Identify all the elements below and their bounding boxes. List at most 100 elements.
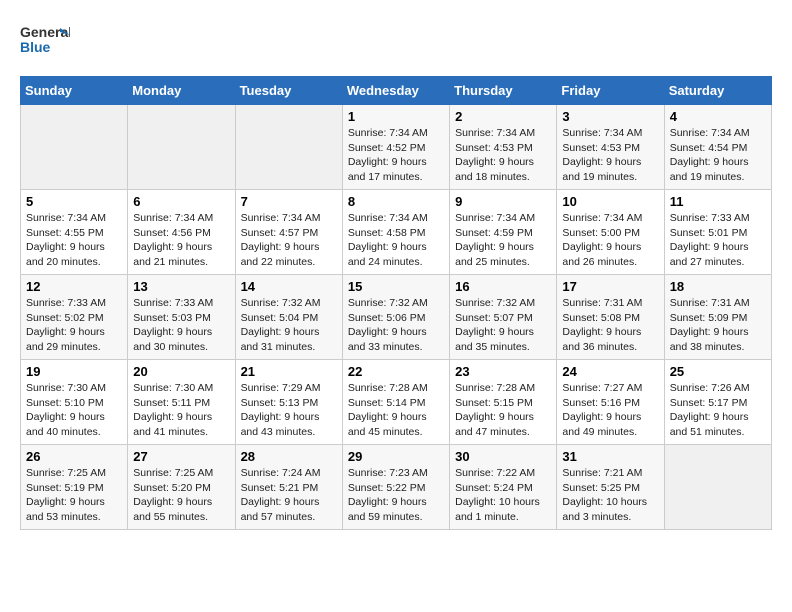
day-info: Sunrise: 7:31 AM Sunset: 5:08 PM Dayligh…	[562, 296, 658, 355]
calendar-cell: 29 Sunrise: 7:23 AM Sunset: 5:22 PM Dayli…	[342, 445, 449, 530]
day-number: 25	[670, 364, 766, 379]
day-info: Sunrise: 7:28 AM Sunset: 5:15 PM Dayligh…	[455, 381, 551, 440]
calendar-cell: 23 Sunrise: 7:28 AM Sunset: 5:15 PM Dayli…	[450, 360, 557, 445]
weekday-header-sunday: Sunday	[21, 77, 128, 105]
calendar-cell	[128, 105, 235, 190]
calendar-cell: 17 Sunrise: 7:31 AM Sunset: 5:08 PM Dayli…	[557, 275, 664, 360]
day-info: Sunrise: 7:33 AM Sunset: 5:01 PM Dayligh…	[670, 211, 766, 270]
calendar-cell: 5Sunrise: 7:34 AM Sunset: 4:55 PM Daylig…	[21, 190, 128, 275]
day-info: Sunrise: 7:34 AM Sunset: 5:00 PM Dayligh…	[562, 211, 658, 270]
calendar-cell: 2 Sunrise: 7:34 AM Sunset: 4:53 PM Daylig…	[450, 105, 557, 190]
day-info: Sunrise: 7:34 AM Sunset: 4:53 PM Dayligh…	[455, 126, 551, 185]
calendar-cell: 4Sunrise: 7:34 AM Sunset: 4:54 PM Daylig…	[664, 105, 771, 190]
day-info: Sunrise: 7:26 AM Sunset: 5:17 PM Dayligh…	[670, 381, 766, 440]
calendar-cell: 9 Sunrise: 7:34 AM Sunset: 4:59 PM Daylig…	[450, 190, 557, 275]
calendar-cell: 13 Sunrise: 7:33 AM Sunset: 5:03 PM Dayli…	[128, 275, 235, 360]
weekday-header-friday: Friday	[557, 77, 664, 105]
day-info: Sunrise: 7:30 AM Sunset: 5:10 PM Dayligh…	[26, 381, 122, 440]
day-number: 28	[241, 449, 337, 464]
day-info: Sunrise: 7:24 AM Sunset: 5:21 PM Dayligh…	[241, 466, 337, 525]
day-number: 24	[562, 364, 658, 379]
calendar-cell: 7Sunrise: 7:34 AM Sunset: 4:57 PM Daylig…	[235, 190, 342, 275]
day-number: 29	[348, 449, 444, 464]
day-info: Sunrise: 7:25 AM Sunset: 5:20 PM Dayligh…	[133, 466, 229, 525]
day-info: Sunrise: 7:22 AM Sunset: 5:24 PM Dayligh…	[455, 466, 551, 525]
day-number: 10	[562, 194, 658, 209]
day-number: 12	[26, 279, 122, 294]
logo-svg: GeneralBlue	[20, 20, 70, 60]
day-number: 22	[348, 364, 444, 379]
day-info: Sunrise: 7:32 AM Sunset: 5:06 PM Dayligh…	[348, 296, 444, 355]
svg-text:Blue: Blue	[20, 39, 51, 55]
calendar-cell: 12 Sunrise: 7:33 AM Sunset: 5:02 PM Dayli…	[21, 275, 128, 360]
day-info: Sunrise: 7:33 AM Sunset: 5:02 PM Dayligh…	[26, 296, 122, 355]
day-number: 31	[562, 449, 658, 464]
calendar-cell: 27 Sunrise: 7:25 AM Sunset: 5:20 PM Dayli…	[128, 445, 235, 530]
calendar-cell: 14 Sunrise: 7:32 AM Sunset: 5:04 PM Dayli…	[235, 275, 342, 360]
day-number: 27	[133, 449, 229, 464]
calendar-cell: 18 Sunrise: 7:31 AM Sunset: 5:09 PM Dayli…	[664, 275, 771, 360]
page-header: GeneralBlue	[20, 20, 772, 60]
calendar-cell	[664, 445, 771, 530]
week-row-1: 1Sunrise: 7:34 AM Sunset: 4:52 PM Daylig…	[21, 105, 772, 190]
calendar-cell: 19 Sunrise: 7:30 AM Sunset: 5:10 PM Dayli…	[21, 360, 128, 445]
calendar-cell: 16Sunrise: 7:32 AM Sunset: 5:07 PM Dayli…	[450, 275, 557, 360]
calendar-cell	[21, 105, 128, 190]
logo: GeneralBlue	[20, 20, 70, 60]
calendar-cell: 22 Sunrise: 7:28 AM Sunset: 5:14 PM Dayli…	[342, 360, 449, 445]
weekday-header-wednesday: Wednesday	[342, 77, 449, 105]
day-number: 9	[455, 194, 551, 209]
day-number: 21	[241, 364, 337, 379]
day-info: Sunrise: 7:34 AM Sunset: 4:55 PM Dayligh…	[26, 211, 122, 270]
day-number: 1	[348, 109, 444, 124]
day-number: 11	[670, 194, 766, 209]
day-number: 17	[562, 279, 658, 294]
day-number: 13	[133, 279, 229, 294]
day-info: Sunrise: 7:34 AM Sunset: 4:56 PM Dayligh…	[133, 211, 229, 270]
day-info: Sunrise: 7:21 AM Sunset: 5:25 PM Dayligh…	[562, 466, 658, 525]
calendar-cell	[235, 105, 342, 190]
day-info: Sunrise: 7:25 AM Sunset: 5:19 PM Dayligh…	[26, 466, 122, 525]
day-info: Sunrise: 7:23 AM Sunset: 5:22 PM Dayligh…	[348, 466, 444, 525]
calendar-cell: 21Sunrise: 7:29 AM Sunset: 5:13 PM Dayli…	[235, 360, 342, 445]
day-number: 4	[670, 109, 766, 124]
day-number: 16	[455, 279, 551, 294]
weekday-header-thursday: Thursday	[450, 77, 557, 105]
day-number: 6	[133, 194, 229, 209]
calendar-cell: 8Sunrise: 7:34 AM Sunset: 4:58 PM Daylig…	[342, 190, 449, 275]
day-info: Sunrise: 7:33 AM Sunset: 5:03 PM Dayligh…	[133, 296, 229, 355]
calendar-table: SundayMondayTuesdayWednesdayThursdayFrid…	[20, 76, 772, 530]
calendar-cell: 28 Sunrise: 7:24 AM Sunset: 5:21 PM Dayli…	[235, 445, 342, 530]
day-info: Sunrise: 7:32 AM Sunset: 5:04 PM Dayligh…	[241, 296, 337, 355]
calendar-cell: 25 Sunrise: 7:26 AM Sunset: 5:17 PM Dayli…	[664, 360, 771, 445]
day-info: Sunrise: 7:28 AM Sunset: 5:14 PM Dayligh…	[348, 381, 444, 440]
calendar-cell: 6 Sunrise: 7:34 AM Sunset: 4:56 PM Daylig…	[128, 190, 235, 275]
day-number: 26	[26, 449, 122, 464]
day-info: Sunrise: 7:30 AM Sunset: 5:11 PM Dayligh…	[133, 381, 229, 440]
week-row-5: 26 Sunrise: 7:25 AM Sunset: 5:19 PM Dayli…	[21, 445, 772, 530]
day-info: Sunrise: 7:34 AM Sunset: 4:58 PM Dayligh…	[348, 211, 444, 270]
day-info: Sunrise: 7:34 AM Sunset: 4:53 PM Dayligh…	[562, 126, 658, 185]
day-number: 19	[26, 364, 122, 379]
day-number: 14	[241, 279, 337, 294]
calendar-cell: 15Sunrise: 7:32 AM Sunset: 5:06 PM Dayli…	[342, 275, 449, 360]
week-row-2: 5Sunrise: 7:34 AM Sunset: 4:55 PM Daylig…	[21, 190, 772, 275]
week-row-3: 12 Sunrise: 7:33 AM Sunset: 5:02 PM Dayli…	[21, 275, 772, 360]
day-number: 18	[670, 279, 766, 294]
calendar-cell: 3 Sunrise: 7:34 AM Sunset: 4:53 PM Daylig…	[557, 105, 664, 190]
weekday-header-row: SundayMondayTuesdayWednesdayThursdayFrid…	[21, 77, 772, 105]
day-number: 23	[455, 364, 551, 379]
week-row-4: 19 Sunrise: 7:30 AM Sunset: 5:10 PM Dayli…	[21, 360, 772, 445]
calendar-cell: 20Sunrise: 7:30 AM Sunset: 5:11 PM Dayli…	[128, 360, 235, 445]
day-info: Sunrise: 7:34 AM Sunset: 4:59 PM Dayligh…	[455, 211, 551, 270]
calendar-cell: 26 Sunrise: 7:25 AM Sunset: 5:19 PM Dayli…	[21, 445, 128, 530]
day-info: Sunrise: 7:31 AM Sunset: 5:09 PM Dayligh…	[670, 296, 766, 355]
day-number: 7	[241, 194, 337, 209]
calendar-cell: 11 Sunrise: 7:33 AM Sunset: 5:01 PM Dayli…	[664, 190, 771, 275]
calendar-cell: 31 Sunrise: 7:21 AM Sunset: 5:25 PM Dayli…	[557, 445, 664, 530]
day-number: 3	[562, 109, 658, 124]
calendar-cell: 10 Sunrise: 7:34 AM Sunset: 5:00 PM Dayli…	[557, 190, 664, 275]
day-number: 2	[455, 109, 551, 124]
day-number: 30	[455, 449, 551, 464]
calendar-cell: 24Sunrise: 7:27 AM Sunset: 5:16 PM Dayli…	[557, 360, 664, 445]
